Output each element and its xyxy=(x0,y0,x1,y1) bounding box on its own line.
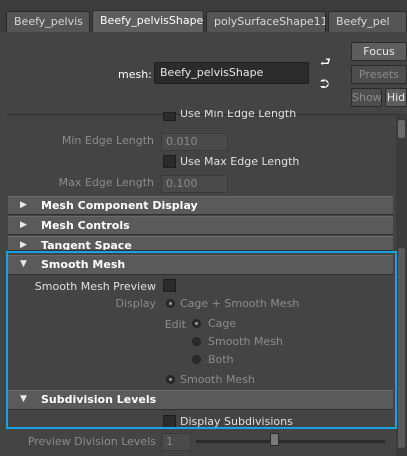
section-title: Mesh Controls xyxy=(41,219,130,232)
expand-arrow-icon: ▶ xyxy=(20,220,27,230)
tab-beefy-pelvis[interactable]: Beefy_pelvis xyxy=(6,11,90,32)
expand-arrow-icon: ▶ xyxy=(20,200,27,210)
section-title: Subdivision Levels xyxy=(41,393,157,406)
section-smooth-mesh[interactable]: ▼ Smooth Mesh xyxy=(8,255,393,275)
edit-smooth-mesh-label: Smooth Mesh xyxy=(208,335,283,348)
smooth-mesh-preview-label: Smooth Mesh Preview xyxy=(34,280,156,293)
edit-label: Edit xyxy=(164,318,186,331)
use-min-edge-label: Use Min Edge Length xyxy=(180,110,297,120)
tab-bar: Beefy_pelvis Beefy_pelvisShape polySurfa… xyxy=(0,0,407,32)
display-subdivisions-label: Display Subdivisions xyxy=(180,415,293,428)
display-cage-smooth-label: Cage + Smooth Mesh xyxy=(180,297,300,310)
edit-both-label: Both xyxy=(208,353,234,366)
display-label: Display xyxy=(115,297,156,310)
max-edge-length-field[interactable]: 0.100 xyxy=(161,175,228,193)
collapse-arrow-icon: ▼ xyxy=(20,259,27,269)
preview-division-levels-label: Preview Division Levels xyxy=(27,435,156,448)
edit-both-radio[interactable] xyxy=(192,355,201,364)
section-subdivision-levels[interactable]: ▼ Subdivision Levels xyxy=(8,390,393,410)
min-edge-length-field[interactable]: 0.010 xyxy=(161,133,228,151)
section-title: Mesh Component Display xyxy=(41,199,198,212)
min-edge-length-label: Min Edge Length xyxy=(61,134,154,147)
use-min-edge-checkbox[interactable] xyxy=(163,112,176,121)
preview-division-slider-track[interactable] xyxy=(196,440,385,443)
hide-button[interactable]: Hid xyxy=(385,88,407,107)
preview-division-levels-field[interactable]: 1 xyxy=(161,433,191,451)
go-to-output-icon[interactable]: ⮊ xyxy=(320,78,329,90)
section-tangent-space[interactable]: ▶ Tangent Space xyxy=(8,236,393,251)
go-to-input-icon[interactable]: ⮐ xyxy=(320,56,331,68)
display-smooth-label: Smooth Mesh xyxy=(180,373,255,386)
preview-division-slider-handle[interactable] xyxy=(270,433,279,446)
section-title: Tangent Space xyxy=(41,239,132,251)
presets-button[interactable]: Presets xyxy=(351,65,407,84)
focus-button[interactable]: Focus xyxy=(351,42,407,61)
edit-cage-radio[interactable] xyxy=(192,319,201,328)
section-mesh-controls[interactable]: ▶ Mesh Controls xyxy=(8,216,393,235)
display-cage-smooth-radio[interactable] xyxy=(166,299,175,308)
collapse-arrow-icon: ▼ xyxy=(20,394,27,404)
edit-smooth-mesh-radio[interactable] xyxy=(192,337,201,346)
section-mesh-component-display[interactable]: ▶ Mesh Component Display xyxy=(8,196,393,215)
section-title: Smooth Mesh xyxy=(41,258,126,271)
tab-beefy-pelvis-shape[interactable]: Beefy_pelvisShape xyxy=(92,10,204,32)
attribute-header: mesh: Beefy_pelvisShape ⮐ ⮊ Focus Preset… xyxy=(0,32,407,112)
expand-arrow-icon: ▶ xyxy=(20,240,27,250)
tab-beefy-pel[interactable]: Beefy_pel xyxy=(328,11,407,32)
scrollbar-thumb[interactable] xyxy=(398,248,405,448)
max-edge-length-label: Max Edge Length xyxy=(58,176,154,189)
smooth-mesh-preview-checkbox[interactable] xyxy=(163,279,176,292)
use-max-edge-label: Use Max Edge Length xyxy=(180,155,300,168)
edit-cage-label: Cage xyxy=(208,317,237,330)
tab-poly-surface-shape11[interactable]: polySurfaceShape11 xyxy=(206,11,326,32)
display-smooth-radio[interactable] xyxy=(166,375,175,384)
use-max-edge-checkbox[interactable] xyxy=(163,155,176,168)
mesh-name-field[interactable]: Beefy_pelvisShape xyxy=(154,62,309,84)
display-subdivisions-checkbox[interactable] xyxy=(163,415,176,428)
show-button[interactable]: Show xyxy=(351,88,382,107)
mesh-label: mesh: xyxy=(118,68,152,81)
scrollbar-thumb-top[interactable] xyxy=(398,120,405,138)
